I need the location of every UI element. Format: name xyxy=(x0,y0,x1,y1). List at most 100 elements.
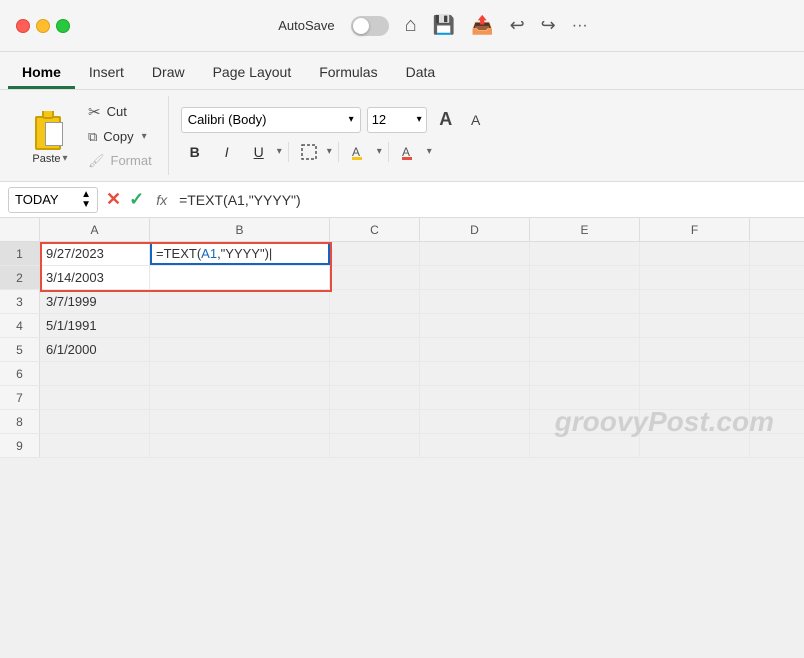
cell-f9[interactable] xyxy=(640,434,750,457)
font-color-arrow[interactable]: ▾ xyxy=(427,146,432,157)
cell-c3[interactable] xyxy=(330,290,420,313)
tab-data[interactable]: Data xyxy=(392,58,450,89)
name-box[interactable]: TODAY ▲▼ xyxy=(8,187,98,213)
close-button[interactable] xyxy=(16,19,30,33)
cell-f1[interactable] xyxy=(640,242,750,265)
fill-color-button[interactable]: A xyxy=(345,139,373,165)
tab-home[interactable]: Home xyxy=(8,58,75,89)
cell-a5[interactable]: 6/1/2000 xyxy=(40,338,150,361)
cell-d7[interactable] xyxy=(420,386,530,409)
tab-insert[interactable]: Insert xyxy=(75,58,138,89)
cell-a6[interactable] xyxy=(40,362,150,385)
cell-b5[interactable] xyxy=(150,338,330,361)
autosave-toggle[interactable] xyxy=(351,16,389,36)
cell-f6[interactable] xyxy=(640,362,750,385)
cell-d9[interactable] xyxy=(420,434,530,457)
decrease-font-button[interactable]: A xyxy=(463,107,489,133)
cell-b3[interactable] xyxy=(150,290,330,313)
cell-b8[interactable] xyxy=(150,410,330,433)
underline-arrow[interactable]: ▾ xyxy=(277,146,282,157)
undo-icon[interactable]: ↩ xyxy=(510,15,525,36)
cell-c9[interactable] xyxy=(330,434,420,457)
cell-e5[interactable] xyxy=(530,338,640,361)
cut-action[interactable]: ✂ Cut xyxy=(84,101,156,123)
cell-b1[interactable]: =TEXT(A1,"YYYY")| xyxy=(150,242,330,265)
cell-a1[interactable]: 9/27/2023 xyxy=(40,242,150,265)
home-icon[interactable]: ⌂ xyxy=(405,14,417,37)
cell-c5[interactable] xyxy=(330,338,420,361)
cell-a9[interactable] xyxy=(40,434,150,457)
tab-page-layout[interactable]: Page Layout xyxy=(199,58,306,89)
cell-a3[interactable]: 3/7/1999 xyxy=(40,290,150,313)
minimize-button[interactable] xyxy=(36,19,50,33)
cell-a7[interactable] xyxy=(40,386,150,409)
cancel-button[interactable]: ✕ xyxy=(106,189,121,210)
font-color-button[interactable]: A xyxy=(395,139,423,165)
cell-b6[interactable] xyxy=(150,362,330,385)
cell-d6[interactable] xyxy=(420,362,530,385)
font-size-select[interactable]: 12 ▾ xyxy=(367,107,427,133)
cell-e7[interactable] xyxy=(530,386,640,409)
table-row: 4 5/1/1991 xyxy=(0,314,804,338)
cell-d1[interactable] xyxy=(420,242,530,265)
redo-icon[interactable]: ↪ xyxy=(541,15,556,36)
cell-e3[interactable] xyxy=(530,290,640,313)
italic-button[interactable]: I xyxy=(213,139,241,165)
row-num-1: 1 xyxy=(0,242,40,265)
paste-dropdown-arrow[interactable]: ▾ xyxy=(63,153,68,164)
maximize-button[interactable] xyxy=(56,19,70,33)
save-icon[interactable]: 💾 xyxy=(433,15,455,36)
cell-c2[interactable] xyxy=(330,266,420,289)
cell-b4[interactable] xyxy=(150,314,330,337)
cell-f2[interactable] xyxy=(640,266,750,289)
increase-font-button[interactable]: A xyxy=(433,107,459,133)
cell-a4[interactable]: 5/1/1991 xyxy=(40,314,150,337)
cell-f3[interactable] xyxy=(640,290,750,313)
cell-e6[interactable] xyxy=(530,362,640,385)
cell-b7[interactable] xyxy=(150,386,330,409)
cell-c7[interactable] xyxy=(330,386,420,409)
border-button[interactable] xyxy=(295,139,323,165)
underline-button[interactable]: U xyxy=(245,139,273,165)
cell-c4[interactable] xyxy=(330,314,420,337)
cell-f4[interactable] xyxy=(640,314,750,337)
font-name-select[interactable]: Calibri (Body) ▾ xyxy=(181,107,361,133)
cell-a8[interactable] xyxy=(40,410,150,433)
confirm-button[interactable]: ✓ xyxy=(129,189,144,210)
cell-d3[interactable] xyxy=(420,290,530,313)
border-icon xyxy=(300,143,318,161)
upload-icon[interactable]: 📤 xyxy=(471,15,493,36)
paste-button[interactable]: Paste ▾ xyxy=(24,103,76,169)
cell-c8[interactable] xyxy=(330,410,420,433)
cell-e1[interactable] xyxy=(530,242,640,265)
cell-c1[interactable] xyxy=(330,242,420,265)
cell-b9[interactable] xyxy=(150,434,330,457)
cell-d8[interactable] xyxy=(420,410,530,433)
format-action[interactable]: 🖌 Format xyxy=(84,151,156,171)
cell-f8[interactable] xyxy=(640,410,750,433)
bold-button[interactable]: B xyxy=(181,139,209,165)
cell-b1-value: =TEXT(A1,"YYYY")| xyxy=(156,246,272,261)
border-arrow[interactable]: ▾ xyxy=(327,146,332,157)
cell-e8[interactable] xyxy=(530,410,640,433)
cell-d5[interactable] xyxy=(420,338,530,361)
formula-input[interactable]: =TEXT(A1,"YYYY") xyxy=(179,192,796,208)
cell-b2[interactable] xyxy=(150,266,330,289)
tab-formulas[interactable]: Formulas xyxy=(305,58,391,89)
cell-f7[interactable] xyxy=(640,386,750,409)
fx-label: fx xyxy=(156,192,167,208)
cell-e2[interactable] xyxy=(530,266,640,289)
cell-a2[interactable]: 3/14/2003 xyxy=(40,266,150,289)
cell-e9[interactable] xyxy=(530,434,640,457)
cell-c6[interactable] xyxy=(330,362,420,385)
table-row: 3 3/7/1999 xyxy=(0,290,804,314)
copy-action[interactable]: ⧉ Copy ▾ xyxy=(84,127,156,147)
cell-e4[interactable] xyxy=(530,314,640,337)
fill-color-arrow[interactable]: ▾ xyxy=(377,146,382,157)
cell-f5[interactable] xyxy=(640,338,750,361)
cell-d4[interactable] xyxy=(420,314,530,337)
more-options-icon[interactable]: ··· xyxy=(572,17,588,35)
cell-d2[interactable] xyxy=(420,266,530,289)
tab-draw[interactable]: Draw xyxy=(138,58,199,89)
copy-dropdown-arrow[interactable]: ▾ xyxy=(142,131,147,142)
